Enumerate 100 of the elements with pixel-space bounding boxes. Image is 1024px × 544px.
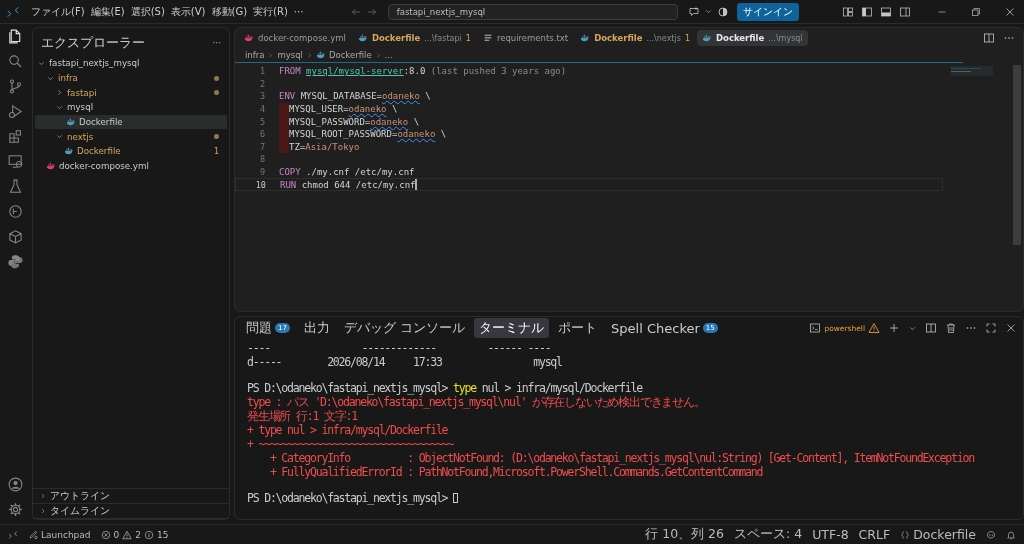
menu-item[interactable]: 移動(G) (208, 4, 251, 19)
more-actions-button[interactable]: ··· (212, 38, 221, 48)
toggle-sidebar-icon[interactable] (861, 5, 873, 18)
python-icon[interactable] (6, 253, 24, 270)
panel-tab[interactable]: デバッグ コンソール (338, 318, 471, 338)
app-logo-icon (6, 4, 20, 19)
editor-tab[interactable]: Dockerfile ...\mysql (697, 30, 808, 46)
split-terminal-icon[interactable] (925, 322, 937, 334)
code-line: COPY ./my.cnf /etc/my.cnf (279, 166, 415, 179)
line-number: 6 (258, 129, 266, 140)
close-icon[interactable] (1004, 5, 1016, 18)
accounts-icon[interactable] (716, 5, 729, 18)
code-line: RUN chmod 644 /etc/my.cnf (280, 178, 417, 191)
terminal-line: + CategoryInfo : ObjectNotFound: (D:\odaneko\fastapi_nextjs_mysql\nul:String) [Get-Content], ItemNotFoundException (268, 450, 976, 465)
line-number: 4 (258, 104, 266, 115)
status-item[interactable]: CRLF (858, 527, 891, 542)
status-item[interactable]: 行 10、列 26 (645, 526, 724, 543)
breadcrumb-item[interactable]: Dockerfile (328, 50, 372, 60)
editor-tab[interactable]: Dockerfile ...\nextjs 1 (575, 30, 695, 46)
tree-item[interactable]: Dockerfile 1 (33, 144, 229, 159)
add-icon[interactable] (888, 322, 900, 334)
run-debug-icon[interactable] (6, 103, 24, 120)
editor-tab[interactable]: docker-compose.yml (239, 30, 351, 46)
scrollbar[interactable] (1013, 65, 1021, 245)
code-line: MYSQL_PASSWORD=odaneko \ (279, 115, 420, 128)
extensions-icon[interactable] (6, 128, 24, 145)
panel-tab[interactable]: ポート (553, 318, 603, 338)
sign-in-button[interactable]: サインイン (736, 2, 799, 21)
minimap-drawing (951, 66, 993, 76)
remote-icon[interactable] (8, 529, 18, 540)
menu-item[interactable]: 選択(S) (127, 4, 168, 19)
terminal-line: + FullyQualifiedErrorId : PathNotFound,Microsoft.PowerShell.Commands.GetContentCommand (268, 464, 764, 479)
menu-item[interactable]: ··· (290, 6, 307, 17)
tree-item[interactable]: fastapi_nextjs_mysql (33, 56, 229, 71)
menu-item[interactable]: 実行(R) (250, 4, 291, 19)
restore-icon[interactable] (970, 5, 982, 18)
chat-icon[interactable] (687, 5, 700, 18)
section-header[interactable]: アウトライン (33, 489, 229, 504)
menu-item[interactable]: 編集(E) (87, 4, 128, 19)
close-icon[interactable] (1005, 322, 1017, 334)
terminal-line: d----- 2026/08/14 17:33 mysql (247, 355, 563, 369)
code-line: MYSQL_USER=odaneko \ (279, 102, 398, 116)
terminal-line: 発生場所 行:1 文字:1 (247, 408, 358, 423)
search-icon[interactable] (6, 53, 24, 70)
error-icon (100, 529, 111, 540)
settings-icon[interactable] (6, 501, 24, 518)
package-icon[interactable] (6, 228, 24, 245)
chevron-right-icon (55, 88, 64, 98)
customize-layout-icon[interactable] (842, 5, 854, 18)
account-icon[interactable] (6, 476, 24, 493)
text-cursor (415, 179, 417, 191)
panel-tab[interactable]: 出力 (298, 318, 335, 338)
toggle-panel-icon[interactable] (880, 5, 892, 18)
info-icon (144, 529, 154, 540)
status-item[interactable]: スペース: 4 (734, 526, 803, 543)
menu-item[interactable]: ファイル(F) (28, 4, 88, 19)
tree-item[interactable]: nextjs (33, 129, 229, 145)
terminal-line: PS D:\odaneko\fastapi_nextjs_mysql> (247, 490, 1011, 505)
editor-tab[interactable]: Dockerfile ...\fastapi 1 (352, 30, 476, 46)
tree-item[interactable]: Dockerfile (35, 114, 227, 130)
menu-item[interactable]: 表示(V) (167, 4, 209, 19)
status-item[interactable]: UTF-8 (812, 527, 849, 542)
section-header[interactable]: タイムライン (33, 504, 229, 519)
line-number: 9 (258, 167, 266, 178)
split-editor-icon[interactable] (983, 32, 995, 44)
status-item[interactable]: Dockerfile (900, 527, 976, 542)
problems-item[interactable]: 0 2 15 (100, 529, 169, 540)
code-line: ENV MYSQL_DATABASE=odaneko \ (279, 90, 431, 103)
remote-explorer-icon[interactable] (6, 153, 24, 170)
breadcrumb-item[interactable]: ... (384, 50, 393, 60)
modified-dot (214, 90, 219, 96)
panel-tab[interactable]: ターミナル (474, 318, 550, 338)
terminal-line: PS D:\odaneko\fastapi_nextjs_mysql> type nul > infra/mysql/Dockerfile (247, 380, 644, 395)
warning-icon (868, 322, 880, 334)
tree-item[interactable]: infra (33, 70, 229, 86)
tree-item[interactable]: docker-compose.yml (33, 158, 229, 174)
terminal-icon (809, 322, 822, 334)
breadcrumb-item[interactable]: mysql (277, 50, 303, 60)
chevron-down-icon[interactable] (703, 7, 713, 16)
terminal-line: ---- ------------- ------ ---- (247, 341, 552, 355)
notifications-icon[interactable] (1006, 529, 1016, 540)
toggle-secondary-sidebar-icon[interactable] (899, 5, 911, 18)
maximize-icon[interactable] (985, 322, 997, 334)
line-number: 7 (258, 141, 266, 152)
code-line: MYSQL_ROOT_PASSWORD=odaneko \ (279, 127, 447, 141)
chevron-right-icon (305, 51, 313, 59)
breadcrumb-item[interactable]: infra (245, 50, 265, 60)
command-search-field[interactable]: fastapi_nextjs_mysql (387, 3, 678, 20)
tree-item[interactable]: mysql (33, 100, 229, 115)
braces-icon (900, 529, 911, 540)
terminal-line: + ~~~~~~~~~~~~~~~~~~~~~~~~~~~~~~~~~~ (247, 436, 455, 451)
tree-item[interactable]: fastapi (33, 85, 229, 101)
terminal-line: type : パス 'D:\odaneko\fastapi_nextjs_mysql\nul' が存在しないため検出できません。 (247, 394, 706, 409)
launchpad-item[interactable]: Launchpad (28, 529, 91, 540)
code-line: FROM mysql/mysql-server:8.0 (last pushed 3 years ago) (279, 65, 567, 78)
line-number: 1 (258, 66, 266, 77)
editor-tab[interactable]: requirements.txt (477, 30, 574, 46)
chevron-right-icon (374, 51, 382, 59)
line-number: 10 (254, 179, 267, 190)
trash-icon[interactable] (945, 322, 957, 334)
